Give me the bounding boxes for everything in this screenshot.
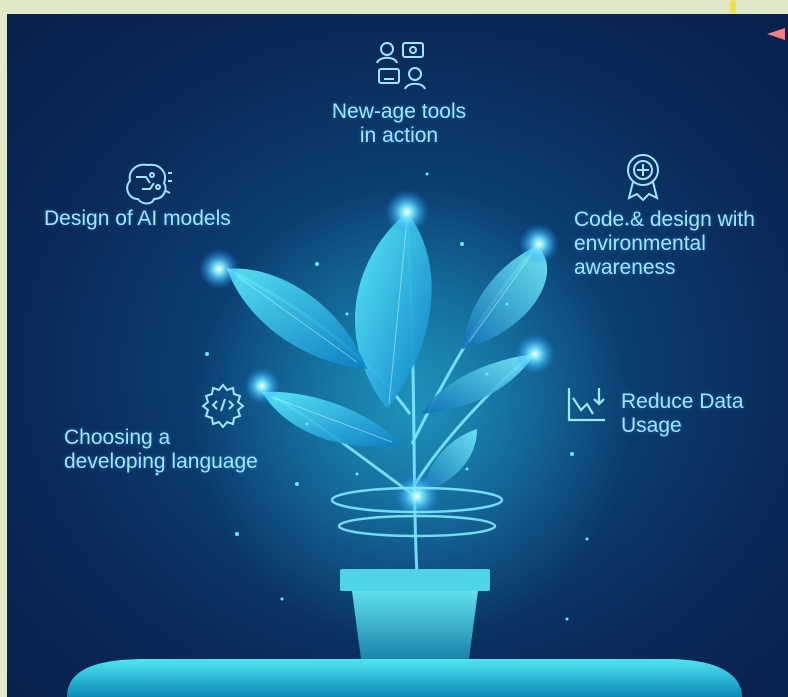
label-design-ai-models: Design of AI models: [44, 207, 231, 230]
label-new-age-tools: New-age tools in action: [331, 100, 467, 147]
leaf-badge-icon: [627, 154, 659, 202]
glow-point: [519, 224, 559, 264]
infographic-canvas: New-age tools in action Design of AI mod…: [7, 14, 788, 697]
corner-decoration: [730, 0, 785, 40]
table-surface: [67, 659, 742, 697]
glow-point: [199, 249, 239, 289]
label-code-design: Code & design with environmental awarene…: [574, 208, 755, 279]
glow-point: [385, 190, 429, 234]
brain-circuit-icon: [126, 163, 172, 205]
pot-rim: [340, 569, 490, 591]
glow-point: [515, 334, 555, 374]
chart-down-icon: [567, 388, 605, 422]
label-reduce-data: Reduce Data Usage: [621, 390, 744, 437]
code-gear-icon: [201, 383, 245, 428]
label-choosing-language: Choosing a developing language: [64, 426, 258, 473]
glow-point: [244, 368, 280, 404]
people-screens-icon: [376, 42, 426, 90]
